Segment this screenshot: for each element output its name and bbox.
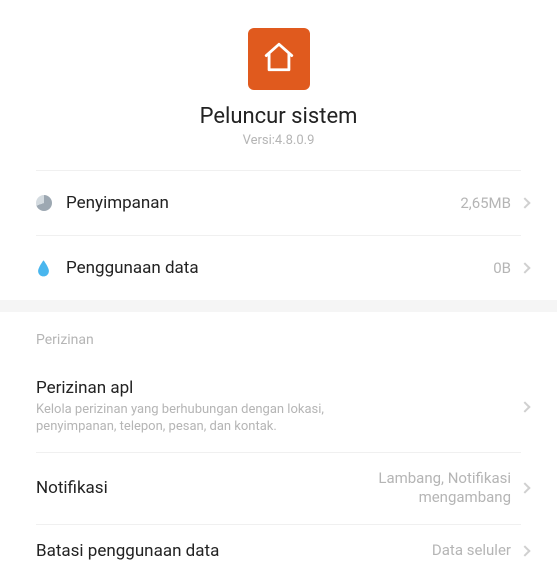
data-usage-label: Penggunaan data bbox=[66, 258, 493, 278]
chevron-right-icon bbox=[519, 483, 530, 494]
chevron-right-icon bbox=[519, 545, 530, 556]
notifications-row[interactable]: Notifikasi Lambang, Notifikasi mengamban… bbox=[0, 453, 557, 524]
app-version: Versi:4.8.0.9 bbox=[0, 133, 557, 148]
storage-label: Penyimpanan bbox=[66, 193, 460, 213]
notifications-title: Notifikasi bbox=[36, 478, 341, 498]
app-header: Peluncur sistem Versi:4.8.0.9 bbox=[0, 0, 557, 170]
chevron-right-icon bbox=[519, 401, 530, 412]
app-icon bbox=[248, 28, 310, 90]
pie-chart-icon bbox=[36, 195, 66, 211]
app-name: Peluncur sistem bbox=[0, 104, 557, 129]
restrict-data-row[interactable]: Batasi penggunaan data Data seluler bbox=[0, 525, 557, 577]
storage-row[interactable]: Penyimpanan 2,65MB bbox=[0, 171, 557, 235]
data-usage-value: 0B bbox=[493, 259, 511, 277]
app-permissions-sub: Kelola perizinan yang berhubungan dengan… bbox=[36, 402, 366, 436]
water-drop-icon bbox=[36, 259, 66, 277]
chevron-right-icon bbox=[519, 262, 530, 273]
data-usage-row[interactable]: Penggunaan data 0B bbox=[0, 236, 557, 300]
home-icon bbox=[262, 40, 296, 78]
section-gap bbox=[0, 300, 557, 312]
app-permissions-row[interactable]: Perizinan apl Kelola perizinan yang berh… bbox=[0, 362, 557, 452]
chevron-right-icon bbox=[519, 197, 530, 208]
storage-value: 2,65MB bbox=[460, 194, 511, 212]
notifications-value: Lambang, Notifikasi mengambang bbox=[341, 469, 511, 508]
permissions-section-header: Perizinan bbox=[0, 312, 557, 362]
app-permissions-title: Perizinan apl bbox=[36, 378, 521, 398]
